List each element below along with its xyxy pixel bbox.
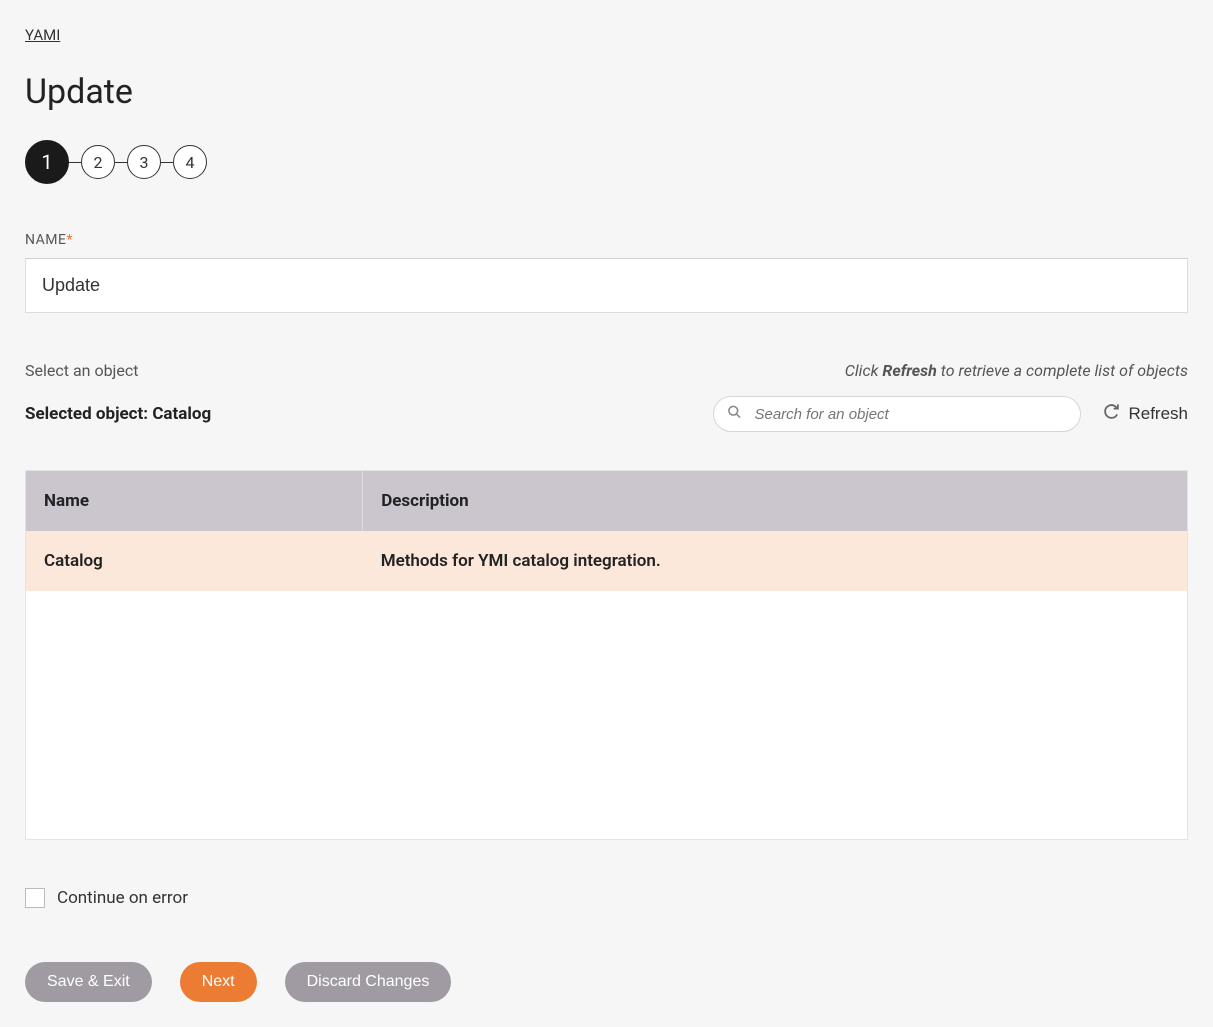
continue-on-error-checkbox[interactable] [25, 888, 45, 908]
footer-buttons: Save & Exit Next Discard Changes [25, 962, 1188, 1002]
discard-button[interactable]: Discard Changes [285, 962, 452, 1002]
search-wrap [713, 396, 1081, 432]
name-input[interactable] [25, 258, 1188, 313]
refresh-button[interactable]: Refresh [1103, 403, 1188, 425]
name-label-text: NAME [25, 232, 66, 248]
search-input[interactable] [713, 396, 1081, 432]
save-exit-button[interactable]: Save & Exit [25, 962, 152, 1002]
step-3[interactable]: 3 [127, 145, 161, 179]
table-cell-description: Methods for YMI catalog integration. [363, 531, 1187, 591]
stepper: 1 2 3 4 [25, 140, 1188, 184]
refresh-hint-prefix: Click [845, 361, 883, 380]
breadcrumb[interactable]: YAMI [25, 26, 60, 44]
required-marker: * [66, 232, 73, 248]
selected-object: Selected object: Catalog [25, 404, 211, 424]
step-2[interactable]: 2 [81, 145, 115, 179]
table-row[interactable]: Catalog Methods for YMI catalog integrat… [26, 531, 1187, 591]
search-icon [727, 405, 742, 424]
select-object-label: Select an object [25, 361, 138, 380]
table-header-description[interactable]: Description [363, 471, 1187, 531]
selected-object-prefix: Selected object: [25, 404, 152, 424]
name-field-label: NAME* [25, 232, 1188, 248]
next-button[interactable]: Next [180, 962, 257, 1002]
selected-object-value: Catalog [152, 404, 211, 424]
refresh-icon [1103, 403, 1120, 425]
continue-on-error-label: Continue on error [57, 888, 188, 908]
step-connector [115, 162, 127, 163]
refresh-hint: Click Refresh to retrieve a complete lis… [845, 361, 1188, 380]
table-cell-name: Catalog [26, 531, 363, 591]
step-connector [69, 162, 81, 163]
step-4[interactable]: 4 [173, 145, 207, 179]
page-title: Update [25, 72, 1188, 112]
refresh-hint-suffix: to retrieve a complete list of objects [937, 361, 1188, 380]
table-header-name[interactable]: Name [26, 471, 363, 531]
refresh-button-label: Refresh [1128, 404, 1188, 424]
step-connector [161, 162, 173, 163]
object-table: Name Description Catalog Methods for YMI… [25, 470, 1188, 840]
step-1[interactable]: 1 [25, 140, 69, 184]
refresh-hint-strong: Refresh [882, 361, 936, 380]
